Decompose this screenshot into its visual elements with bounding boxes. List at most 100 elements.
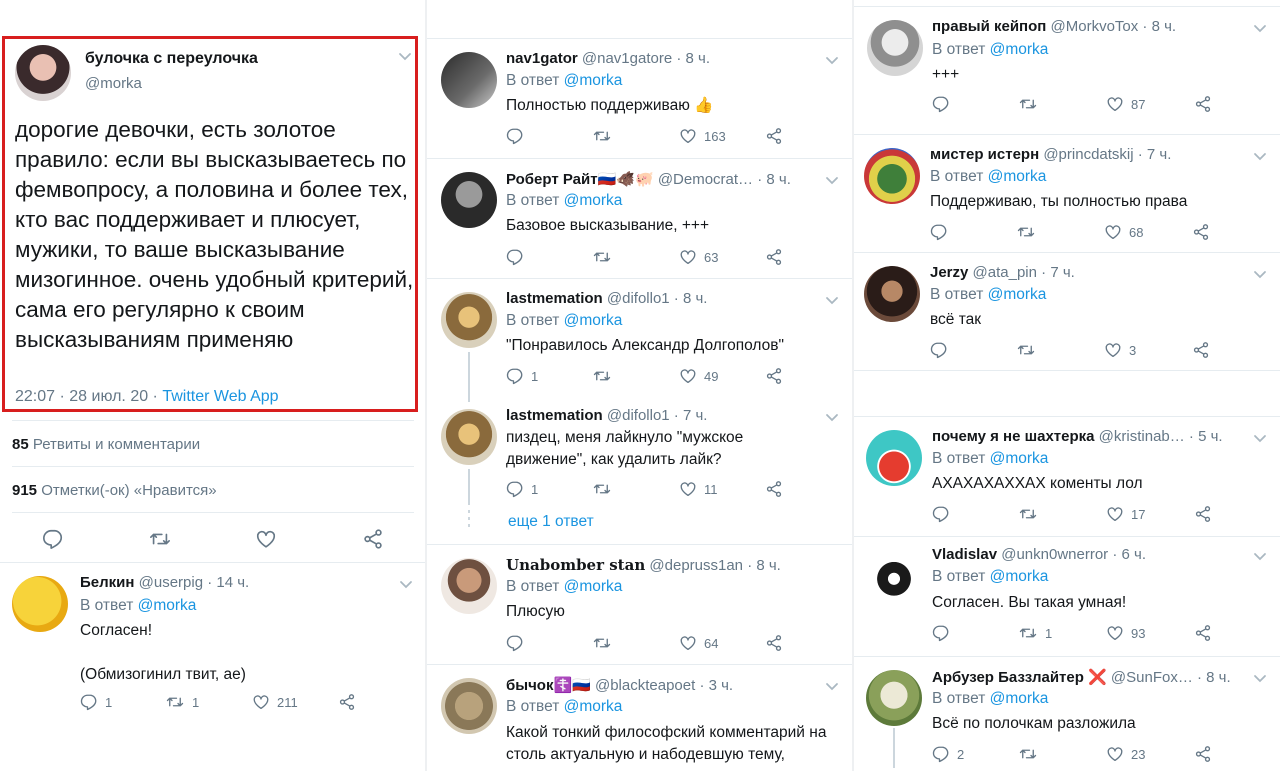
reply-tweet[interactable]: почему я не шахтерка @kristinab… · 5 ч. … xyxy=(854,426,1280,534)
share-action[interactable] xyxy=(765,127,783,145)
reply-mention[interactable]: @morka xyxy=(988,286,1047,303)
reply-tweet[interactable]: Vladislav @unkn0wnerror · 6 ч. В ответ @… xyxy=(854,544,1280,654)
reply-mention[interactable]: @morka xyxy=(990,690,1049,707)
reply-icon[interactable] xyxy=(42,528,64,550)
reply-tweet[interactable]: бычок☦️🇷🇺 @blackteapoet · 3 ч. В ответ @… xyxy=(427,674,852,771)
author-name[interactable]: Jerzy xyxy=(930,264,968,281)
reply-action[interactable]: 2 xyxy=(932,745,964,763)
author-name[interactable]: Арбузер Баззлайтер ❌ xyxy=(932,669,1107,686)
author-name[interactable]: Vladislav xyxy=(932,546,997,563)
reply-tweet[interactable]: Роберт Райт🇷🇺🐗🐖 @Democrat… · 8 ч. В отве… xyxy=(427,168,852,278)
avatar[interactable] xyxy=(441,52,497,108)
like-action[interactable]: 11 xyxy=(679,480,718,498)
avatar[interactable] xyxy=(15,45,71,101)
reply-tweet[interactable]: Jerzy @ata_pin · 7 ч. В ответ @morka всё… xyxy=(854,262,1280,370)
chevron-down-icon[interactable] xyxy=(824,172,840,188)
retweet-action[interactable] xyxy=(1016,223,1043,241)
chevron-down-icon[interactable] xyxy=(397,48,413,64)
share-action[interactable] xyxy=(338,693,356,711)
reply-mention[interactable]: @morka xyxy=(988,168,1047,185)
tweet-time[interactable]: · 6 ч. xyxy=(1108,546,1146,563)
chevron-down-icon[interactable] xyxy=(824,678,840,694)
retweet-action[interactable] xyxy=(1018,745,1045,763)
avatar[interactable] xyxy=(441,558,497,614)
tweet-time[interactable]: · 8 ч. xyxy=(743,557,781,574)
reply-action[interactable]: 1 xyxy=(506,480,538,498)
author-handle[interactable]: @Democrat… xyxy=(658,171,753,188)
reply-action[interactable] xyxy=(930,341,955,359)
reply-mention[interactable]: @morka xyxy=(564,192,623,209)
share-action[interactable] xyxy=(1194,745,1212,763)
like-action[interactable]: 211 xyxy=(252,693,298,711)
chevron-down-icon[interactable] xyxy=(824,292,840,308)
avatar[interactable] xyxy=(867,20,923,76)
tweet-time[interactable]: · 3 ч. xyxy=(695,677,733,694)
reply-action[interactable] xyxy=(506,634,531,652)
share-action[interactable] xyxy=(1192,223,1210,241)
reply-action[interactable] xyxy=(932,624,957,642)
like-action[interactable]: 49 xyxy=(679,367,718,385)
tweet-time[interactable]: · 8 ч. xyxy=(1193,669,1231,686)
reply-mention[interactable]: @morka xyxy=(138,597,197,614)
tweet-time[interactable]: · 7 ч. xyxy=(1134,146,1172,163)
retweet-icon[interactable] xyxy=(148,528,172,550)
share-action[interactable] xyxy=(765,634,783,652)
retweet-action[interactable] xyxy=(592,127,619,145)
author-name[interactable]: бычок☦️🇷🇺 xyxy=(506,677,591,694)
chevron-down-icon[interactable] xyxy=(1252,548,1268,564)
like-action[interactable]: 68 xyxy=(1104,223,1143,241)
author-name[interactable]: мистер истерн xyxy=(930,146,1039,163)
author-handle[interactable]: @kristinab… xyxy=(1099,428,1185,445)
tweet-time[interactable]: · 7 ч. xyxy=(1037,264,1075,281)
author-handle[interactable]: @difollo1 xyxy=(607,290,670,307)
retweet-action[interactable]: 1 xyxy=(1018,624,1052,642)
reply-mention[interactable]: @morka xyxy=(990,41,1049,58)
author-handle[interactable]: @morka xyxy=(85,75,142,92)
like-action[interactable]: 87 xyxy=(1106,95,1145,113)
retweet-action[interactable] xyxy=(592,248,619,266)
author-name[interactable]: Роберт Райт🇷🇺🐗🐖 xyxy=(506,171,654,188)
avatar[interactable] xyxy=(441,409,497,465)
reply-mention[interactable]: @morka xyxy=(990,450,1049,467)
author-handle[interactable]: @ata_pin xyxy=(973,264,1037,281)
avatar[interactable] xyxy=(12,576,68,632)
avatar[interactable] xyxy=(441,292,497,348)
reply-tweet[interactable]: nav1gator @nav1gatore · 8 ч. В ответ @mo… xyxy=(427,48,852,158)
avatar[interactable] xyxy=(441,678,497,734)
tweet-time[interactable]: · 8 ч. xyxy=(672,50,710,67)
author-handle[interactable]: @MorkvoTox xyxy=(1051,18,1139,35)
share-action[interactable] xyxy=(765,480,783,498)
author-handle[interactable]: @depruss1an xyxy=(649,557,743,574)
reply-tweet[interactable]: Unabomber stan @depruss1an · 8 ч. В отве… xyxy=(427,554,852,664)
author-name[interactable]: почему я не шахтерка xyxy=(932,428,1095,445)
likes-stat[interactable]: 915 Отметки(-ок) «Нравится» xyxy=(12,482,217,499)
reply-action[interactable] xyxy=(932,95,957,113)
like-action[interactable]: 63 xyxy=(679,248,718,266)
show-more-replies-link[interactable]: еще 1 ответ xyxy=(508,513,594,531)
reply-mention[interactable]: @morka xyxy=(564,72,623,89)
reply-action[interactable]: 1 xyxy=(80,693,112,711)
reply-mention[interactable]: @morka xyxy=(990,568,1049,585)
reply-action[interactable] xyxy=(930,223,955,241)
share-action[interactable] xyxy=(1194,505,1212,523)
author-name[interactable]: nav1gator xyxy=(506,50,578,67)
like-action[interactable]: 64 xyxy=(679,634,718,652)
chevron-down-icon[interactable] xyxy=(824,409,840,425)
tweet-time[interactable]: · 5 ч. xyxy=(1185,428,1223,445)
retweet-action[interactable] xyxy=(1016,341,1043,359)
chevron-down-icon[interactable] xyxy=(824,52,840,68)
share-action[interactable] xyxy=(1194,95,1212,113)
like-action[interactable]: 163 xyxy=(679,127,726,145)
like-action[interactable]: 17 xyxy=(1106,505,1145,523)
avatar[interactable] xyxy=(864,148,920,204)
author-handle[interactable]: @blackteapoet xyxy=(595,677,695,694)
tweet-time[interactable]: · 8 ч. xyxy=(753,171,791,188)
reply-mention[interactable]: @morka xyxy=(564,312,623,329)
reply-tweet[interactable]: правый кейпоп @MorkvoTox · 8 ч. В ответ … xyxy=(854,14,1280,132)
retweet-action[interactable] xyxy=(1018,505,1045,523)
author-handle[interactable]: @SunFox… xyxy=(1111,669,1193,686)
author-handle[interactable]: @princdatskij xyxy=(1043,146,1133,163)
chevron-down-icon[interactable] xyxy=(1252,148,1268,164)
share-icon[interactable] xyxy=(362,528,384,550)
author-name[interactable]: Unabomber stan xyxy=(506,556,645,574)
